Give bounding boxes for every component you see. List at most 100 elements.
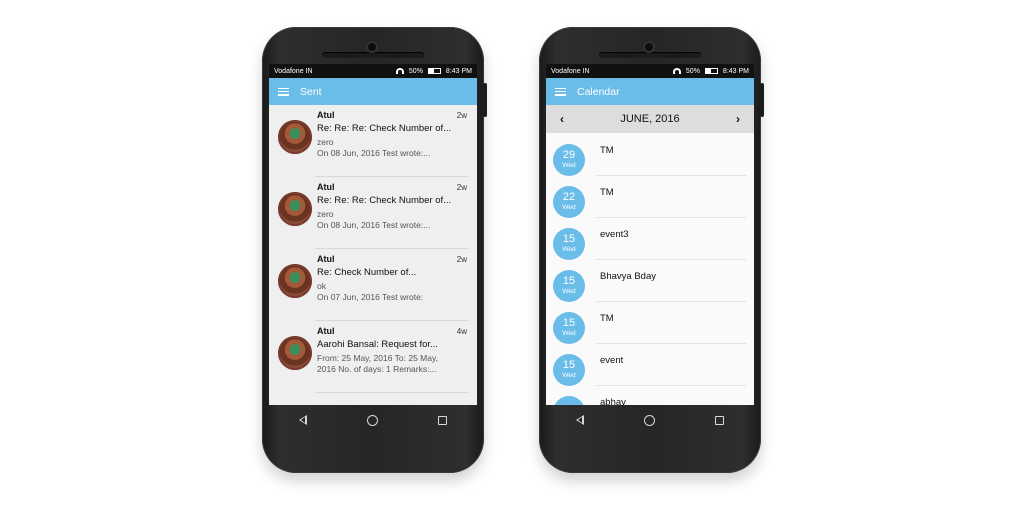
phone-calendar: Vodafone IN 50% 8:43 PM Calendar ‹ JUNE,…: [539, 27, 764, 473]
back-icon[interactable]: [299, 415, 307, 425]
event-title: event3: [600, 229, 629, 240]
sender-avatar: [278, 120, 312, 154]
mail-preview-line2: 2016 No. of days: 1 Remarks:...: [317, 364, 437, 374]
mail-preview-line1: From: 25 May, 2016 To: 25 May,: [317, 353, 438, 363]
front-camera: [643, 41, 655, 53]
status-bar: Vodafone IN 50% 8:43 PM: [269, 64, 477, 78]
power-button[interactable]: [483, 83, 487, 117]
event-date-badge: 22 Wed: [553, 186, 585, 218]
event-weekday: Wed: [562, 372, 576, 379]
carrier-label: Vodafone IN: [551, 67, 590, 75]
event-date-badge: 15 Wed: [553, 354, 585, 386]
event-list-item[interactable]: 15 Wed TM: [546, 301, 754, 344]
wifi-icon: [395, 68, 404, 74]
event-date-badge: [553, 396, 585, 405]
mail-list-item[interactable]: Atul 2w Re: Re: Re: Check Number of... z…: [269, 105, 477, 177]
app-bar-title: Calendar: [577, 85, 620, 98]
mail-time: 2w: [456, 255, 467, 264]
hamburger-menu-icon[interactable]: [555, 87, 566, 96]
hamburger-menu-icon[interactable]: [278, 87, 289, 96]
mail-time: 2w: [456, 111, 467, 120]
android-nav-bar: [269, 405, 477, 435]
event-weekday: Wed: [562, 288, 576, 295]
mail-time: 4w: [456, 327, 467, 336]
event-day: 15: [562, 359, 576, 371]
mail-subject: Re: Check Number of...: [317, 267, 417, 278]
android-nav-bar: [546, 405, 754, 435]
sender-avatar: [278, 192, 312, 226]
mail-sender: Atul: [317, 182, 335, 192]
sent-mail-list: Atul 2w Re: Re: Re: Check Number of... z…: [269, 105, 477, 405]
mail-preview-line1: zero: [317, 137, 334, 147]
mail-subject: Re: Re: Re: Check Number of...: [317, 195, 452, 206]
status-bar: Vodafone IN 50% 8:43 PM: [546, 64, 754, 78]
mail-sender: Atul: [317, 254, 335, 264]
mail-subject: Aarohi Bansal: Request for...: [317, 339, 438, 350]
battery-icon: [427, 68, 441, 74]
event-list-item[interactable]: 29 Wed TM: [546, 133, 754, 176]
screen-sent: Vodafone IN 50% 8:43 PM Sent Atul 2w Re:…: [269, 64, 477, 405]
mail-list-item[interactable]: Atul 4w Aarohi Bansal: Request for... Fr…: [269, 321, 477, 393]
mail-preview-line2: On 08 Jun, 2016 Test wrote:...: [317, 148, 431, 158]
event-weekday: Wed: [562, 330, 576, 337]
event-title: Bhavya Bday: [600, 271, 656, 282]
mail-subject: Re: Re: Re: Check Number of...: [317, 123, 452, 134]
event-title: TM: [600, 313, 614, 324]
event-list-item[interactable]: 22 Wed TM: [546, 175, 754, 218]
event-list-item[interactable]: 15 Wed event3: [546, 217, 754, 260]
battery-percent: 50%: [408, 67, 423, 75]
mail-list-item[interactable]: Atul 2w Re: Check Number of... ok On 07 …: [269, 249, 477, 321]
event-list-item[interactable]: 15 Wed Bhavya Bday: [546, 259, 754, 302]
battery-percent: 50%: [685, 67, 700, 75]
recent-apps-icon[interactable]: [438, 415, 447, 425]
home-icon[interactable]: [644, 414, 655, 426]
event-day: 22: [562, 191, 576, 203]
front-camera: [366, 41, 378, 53]
home-icon[interactable]: [367, 414, 378, 426]
app-bar: Sent: [269, 78, 477, 105]
event-day: 15: [562, 275, 576, 287]
mail-preview-line2: On 07 Jun, 2016 Test wrote:: [317, 292, 424, 302]
mail-time: 2w: [456, 183, 467, 192]
event-day: 15: [562, 317, 576, 329]
event-title: event: [600, 355, 624, 366]
mail-preview-line2: On 08 Jun, 2016 Test wrote:...: [317, 220, 431, 230]
event-title: abhay: [600, 397, 626, 405]
phone-sent: Vodafone IN 50% 8:43 PM Sent Atul 2w Re:…: [262, 27, 487, 473]
sender-avatar: [278, 264, 312, 298]
power-button[interactable]: [760, 83, 764, 117]
status-time: 8:43 PM: [722, 67, 749, 75]
status-time: 8:43 PM: [445, 67, 472, 75]
mail-list-item[interactable]: Atul 2w Re: Re: Re: Check Number of... z…: [269, 177, 477, 249]
month-navigator: ‹ JUNE, 2016 ›: [546, 105, 754, 133]
event-date-badge: 15 Wed: [553, 312, 585, 344]
chevron-left-icon[interactable]: ‹: [560, 112, 564, 126]
event-title: TM: [600, 187, 614, 198]
mail-preview-line1: zero: [317, 209, 334, 219]
event-list-item[interactable]: abhay: [546, 385, 754, 405]
carrier-label: Vodafone IN: [274, 67, 313, 75]
event-date-badge: 15 Wed: [553, 228, 585, 260]
event-title: TM: [600, 145, 614, 156]
event-weekday: Wed: [562, 204, 576, 211]
stage: Vodafone IN 50% 8:43 PM Sent Atul 2w Re:…: [0, 0, 1024, 508]
sender-avatar: [278, 336, 312, 370]
wifi-icon: [672, 68, 681, 74]
back-icon[interactable]: [576, 415, 584, 425]
event-day: 15: [562, 233, 576, 245]
app-bar-title: Sent: [300, 85, 322, 98]
month-label: JUNE, 2016: [620, 113, 680, 125]
chevron-right-icon[interactable]: ›: [736, 112, 740, 126]
battery-icon: [704, 68, 718, 74]
app-bar: Calendar: [546, 78, 754, 105]
event-list-item[interactable]: 15 Wed event: [546, 343, 754, 386]
event-weekday: Wed: [562, 162, 576, 169]
mail-sender: Atul: [317, 326, 335, 336]
mail-sender: Atul: [317, 110, 335, 120]
screen-calendar: Vodafone IN 50% 8:43 PM Calendar ‹ JUNE,…: [546, 64, 754, 405]
event-weekday: Wed: [562, 246, 576, 253]
recent-apps-icon[interactable]: [715, 415, 724, 425]
event-day: 29: [562, 149, 576, 161]
event-list: 29 Wed TM 22 Wed TM 15 Wed event3 15 Wed…: [546, 133, 754, 405]
event-date-badge: 29 Wed: [553, 144, 585, 176]
